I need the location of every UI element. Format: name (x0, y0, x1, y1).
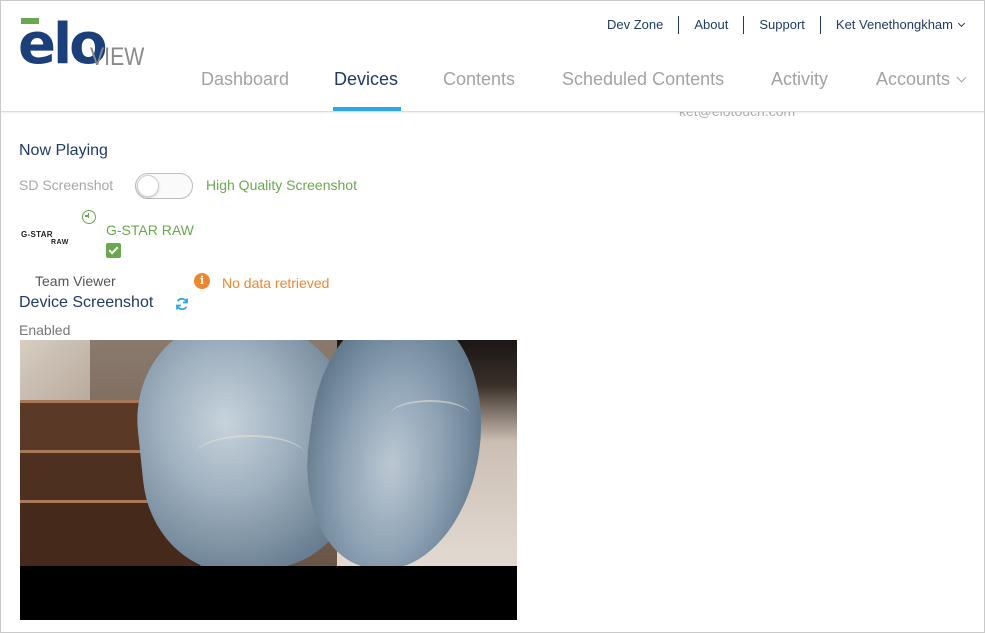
gstar-logo-line1: G-STAR (21, 230, 53, 239)
app-frame: elo VIEW Dev Zone About Support Ket Vene… (0, 0, 985, 633)
logo-view-text: VIEW (90, 43, 145, 71)
chevron-down-icon (957, 19, 966, 28)
refresh-icon[interactable] (175, 297, 189, 311)
team-viewer-label: Team Viewer (35, 273, 116, 289)
scene-wall (20, 340, 90, 400)
screenshot-scene (20, 340, 517, 566)
sd-screenshot-label: SD Screenshot (19, 177, 114, 193)
about-link[interactable]: About (679, 16, 745, 34)
screenshot-state: Enabled (19, 322, 71, 338)
header: elo VIEW Dev Zone About Support Ket Vene… (1, 1, 984, 112)
active-tab-underline (333, 107, 401, 111)
dev-zone-link[interactable]: Dev Zone (592, 16, 680, 34)
tab-accounts-label: Accounts (876, 69, 951, 89)
scene-seam (390, 400, 470, 430)
info-icon: i (194, 273, 210, 289)
chevron-down-icon (956, 72, 967, 83)
gstar-raw-logo: G-STAR RAW (21, 230, 79, 250)
tab-dashboard[interactable]: Dashboard (201, 65, 289, 93)
tab-activity[interactable]: Activity (771, 65, 828, 93)
now-playing-heading: Now Playing (19, 142, 108, 159)
toggle-knob (137, 175, 159, 197)
gstar-logo-line2: RAW (51, 239, 69, 246)
support-link[interactable]: Support (744, 16, 821, 34)
program-name: G-STAR RAW (106, 222, 194, 238)
tab-accounts[interactable]: Accounts (876, 65, 967, 93)
device-screenshot-heading: Device Screenshot (19, 294, 154, 311)
elo-view-logo[interactable]: elo VIEW (18, 17, 148, 73)
hq-screenshot-label: High Quality Screenshot (206, 177, 357, 193)
check-icon (106, 243, 121, 258)
device-screenshot-image (20, 340, 517, 620)
tab-scheduled-contents[interactable]: Scheduled Contents (562, 65, 724, 93)
user-name: Ket Venethongkham (835, 17, 953, 32)
tab-contents[interactable]: Contents (443, 65, 515, 93)
team-viewer-status: No data retrieved (222, 275, 330, 291)
clock-icon (82, 210, 96, 224)
utility-nav: Dev Zone About Support Ket Venethongkham (592, 16, 966, 34)
user-menu[interactable]: Ket Venethongkham (821, 16, 966, 34)
tab-devices[interactable]: Devices (334, 65, 398, 93)
scene-seam (195, 435, 305, 475)
screenshot-quality-toggle[interactable] (135, 173, 193, 199)
